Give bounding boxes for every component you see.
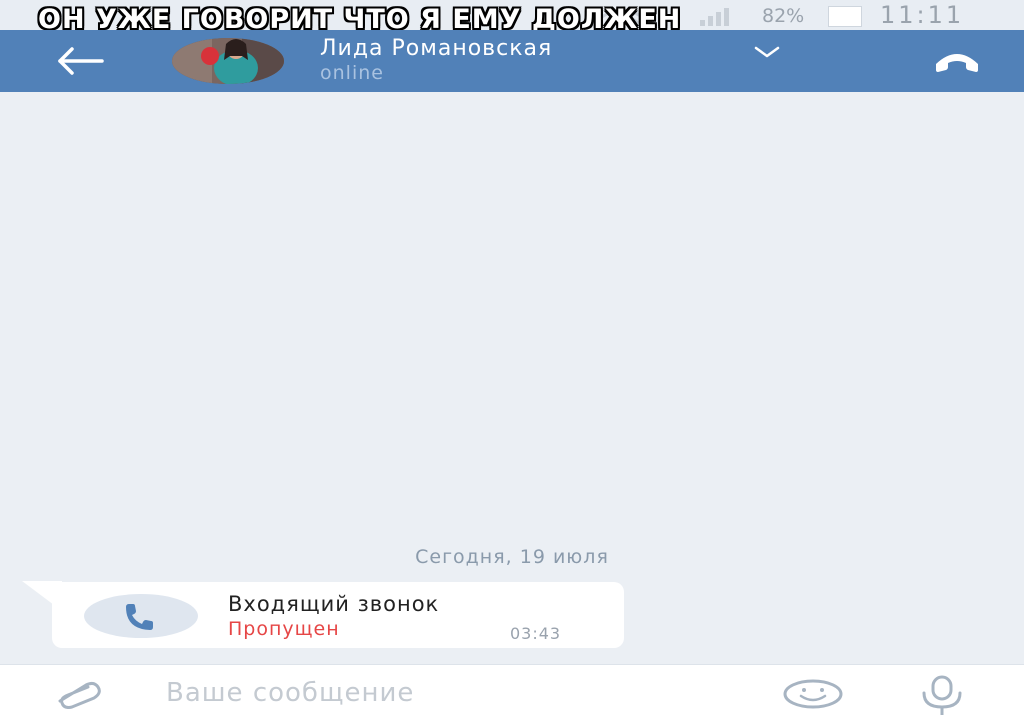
contact-status: online: [320, 62, 384, 84]
chat-header: Лида Романовская online: [0, 30, 1024, 92]
call-icon-circle[interactable]: [84, 594, 198, 638]
smile-icon[interactable]: [782, 679, 844, 709]
battery-percent: 82%: [762, 5, 805, 27]
contact-name[interactable]: Лида Романовская: [320, 36, 552, 61]
microphone-icon[interactable]: [914, 675, 970, 715]
message-time: 03:43: [510, 624, 562, 643]
chevron-down-icon[interactable]: [752, 44, 782, 60]
date-separator: Сегодня, 19 июля: [415, 546, 609, 568]
back-arrow-icon[interactable]: [56, 45, 106, 77]
phone-icon[interactable]: [932, 46, 982, 76]
signal-icon: [700, 8, 729, 26]
call-message[interactable]: Входящий звонок Пропущен 03:43: [52, 582, 624, 648]
call-title: Входящий звонок: [228, 592, 440, 616]
status-time: 11:11: [880, 1, 965, 29]
call-status: Пропущен: [228, 618, 340, 640]
chat-history[interactable]: Сегодня, 19 июля Входящий звонок Пропуще…: [0, 92, 1024, 664]
phone-icon: [126, 604, 153, 630]
message-composer: [0, 664, 1024, 721]
avatar[interactable]: [172, 38, 284, 84]
message-input[interactable]: [160, 673, 762, 713]
battery-icon: [828, 6, 862, 27]
status-bar: 82% 11:11 ОН УЖЕ ГОВОРИТ ЧТО Я ЕМУ ДОЛЖЕ…: [0, 0, 1024, 35]
paperclip-icon[interactable]: [50, 679, 110, 709]
